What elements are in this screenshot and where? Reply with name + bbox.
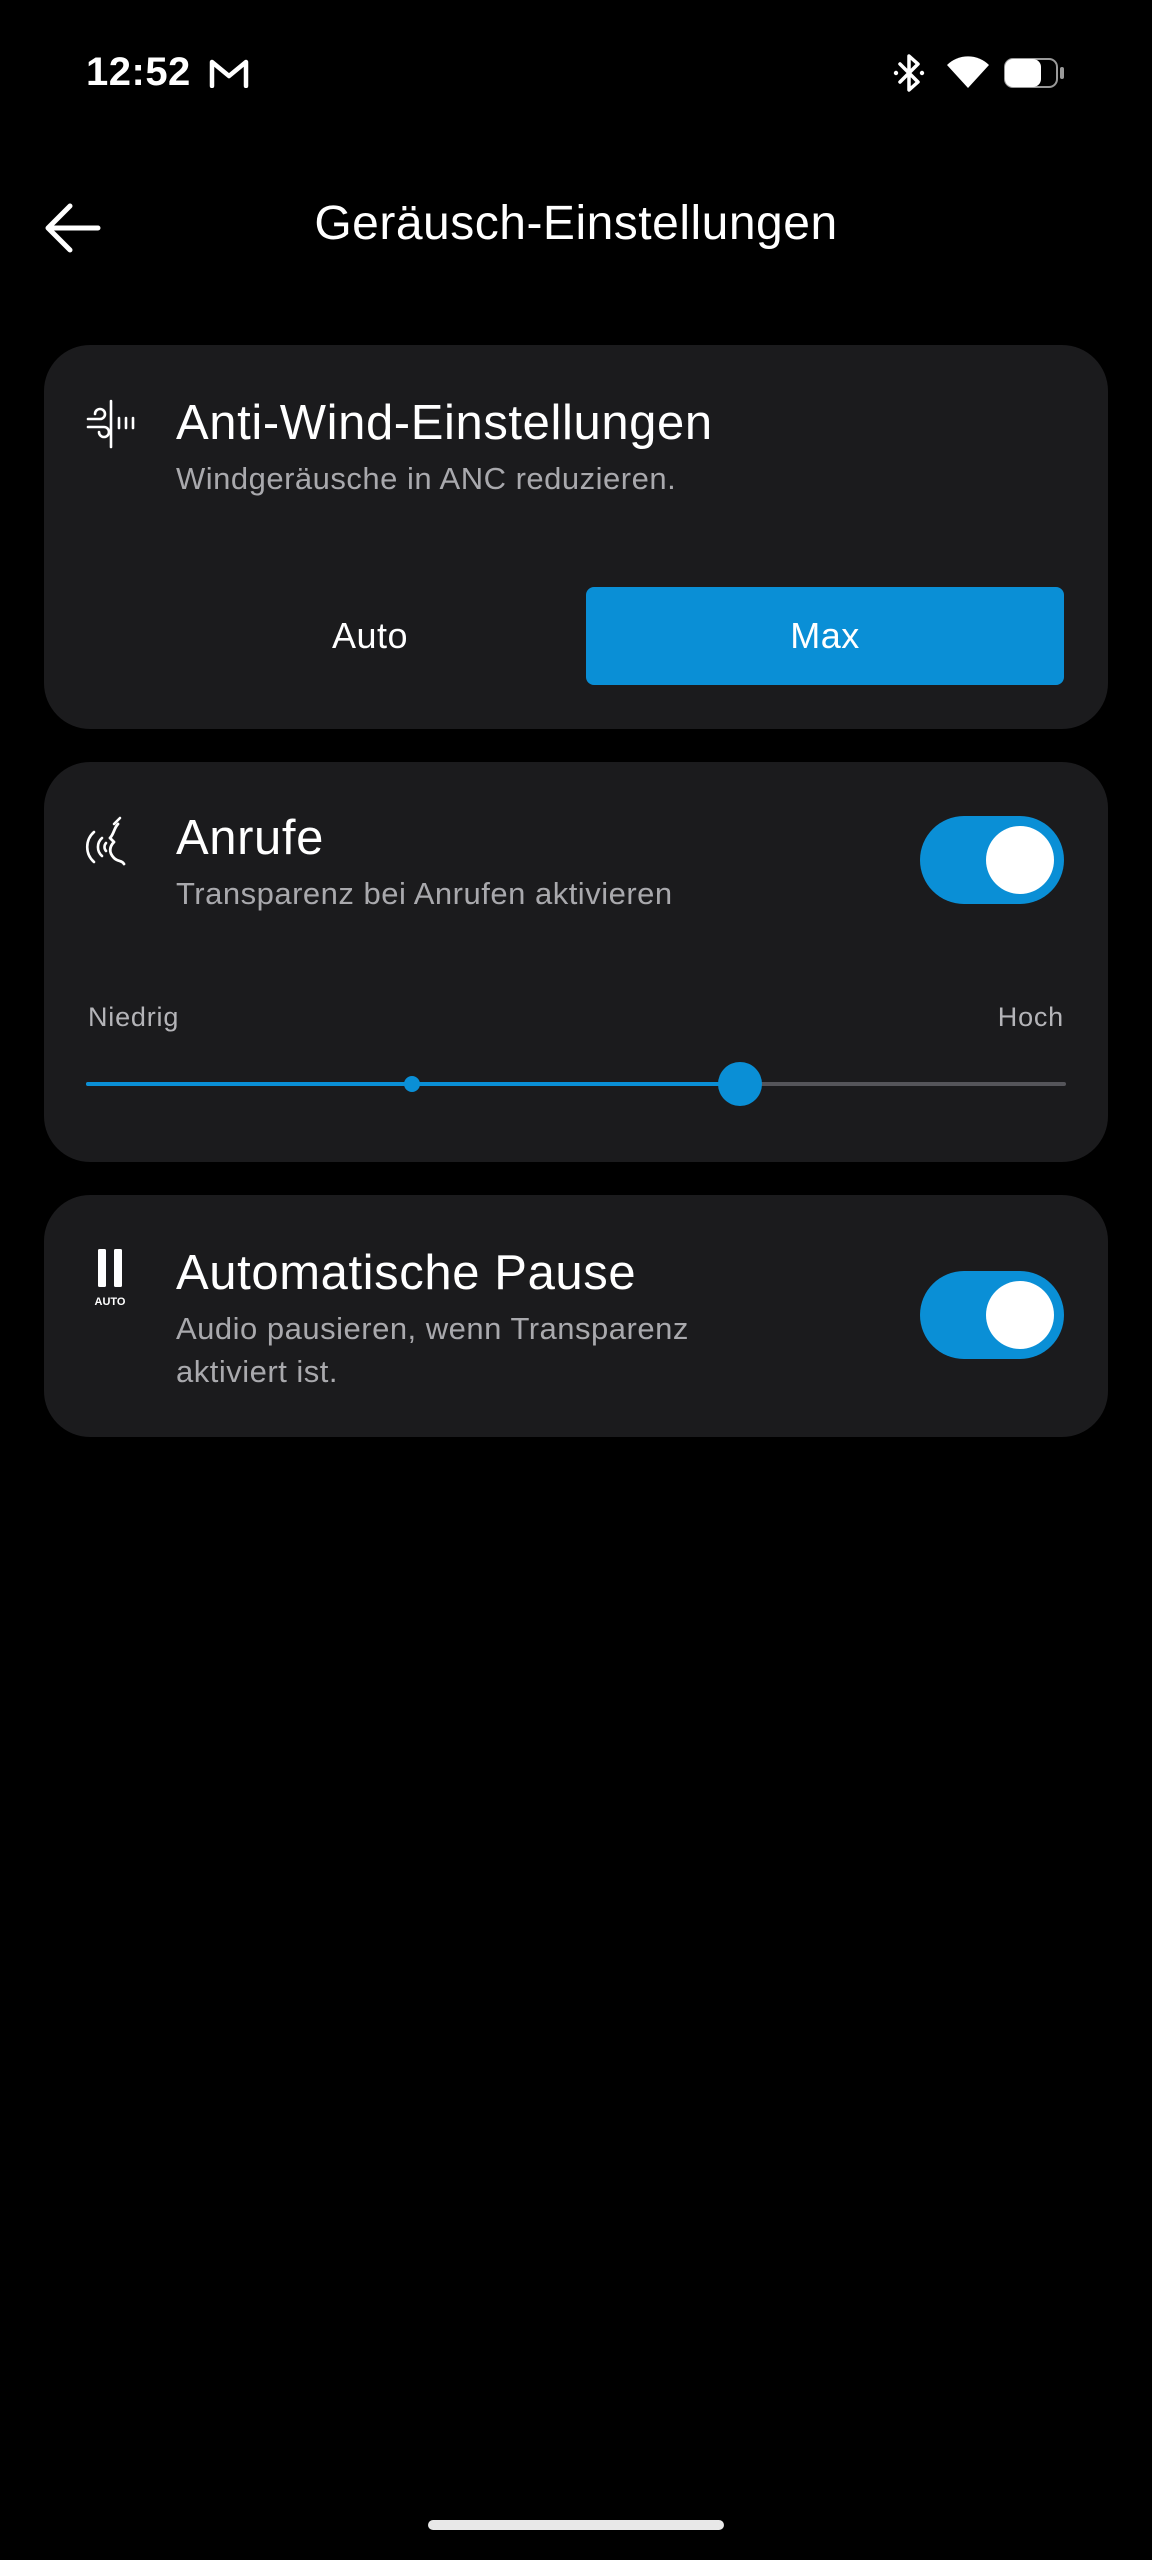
auto-pause-subtitle: Audio pausieren, wenn Transparenz aktivi… [176,1311,689,1389]
status-time: 12:52 [86,50,191,94]
anti-wind-subtitle: Windgeräusche in ANC reduzieren. [176,461,677,496]
calls-title: Anrufe [176,811,324,865]
auto-pause-card: AUTO Automatische Pause Audio pausieren,… [44,1195,1108,1437]
wifi-icon [947,56,989,88]
auto-pause-toggle[interactable] [920,1271,1064,1359]
calls-subtitle: Transparenz bei Anrufen aktivieren [176,876,673,911]
slider-default-marker [404,1076,421,1092]
calls-toggle[interactable] [920,816,1064,904]
anti-wind-option-auto[interactable]: Auto [126,587,614,685]
anti-wind-option-max[interactable]: Max [586,587,1064,685]
home-indicator[interactable] [428,2520,724,2530]
page-title: Geräusch-Einstellungen [314,197,838,250]
slider-high-label: Hoch [997,1002,1064,1032]
bluetooth-icon [893,54,925,92]
calls-card: Anrufe Transparenz bei Anrufen aktiviere… [44,762,1108,1162]
battery-icon [1004,58,1064,88]
anti-wind-title: Anti-Wind-Einstellungen [176,396,713,450]
anti-wind-card: Anti-Wind-Einstellungen Windgeräusche in… [44,345,1108,729]
gmail-icon [209,59,249,88]
pause-auto-icon: AUTO [95,1249,126,1308]
transparency-slider[interactable] [86,1062,1066,1106]
toggle-knob [986,826,1054,894]
auto-pause-title: Automatische Pause [176,1246,637,1300]
slider-thumb[interactable] [717,1062,762,1106]
pause-auto-icon-caption: AUTO [95,1296,126,1308]
status-bar: 12:52 [0,0,1152,150]
wind-icon [86,399,135,449]
toggle-knob [986,1281,1054,1349]
voice-icon [85,816,126,866]
slider-low-label: Niedrig [88,1002,180,1032]
